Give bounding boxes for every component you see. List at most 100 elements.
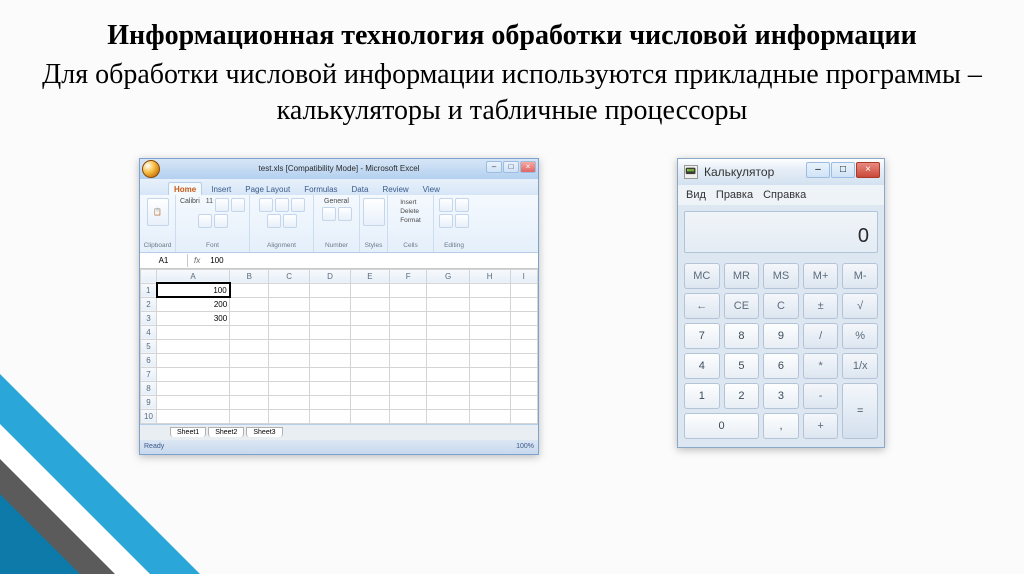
col-header[interactable]: B [230, 269, 269, 283]
key-0[interactable]: 0 [684, 413, 759, 439]
key-5[interactable]: 5 [724, 353, 760, 379]
currency-icon[interactable] [322, 207, 336, 221]
percent-icon[interactable] [338, 207, 352, 221]
key-4[interactable]: 4 [684, 353, 720, 379]
insert-cells-button[interactable]: Insert [400, 198, 421, 207]
delete-cells-button[interactable]: Delete [400, 207, 421, 216]
sheet-tab[interactable]: Sheet2 [208, 427, 244, 437]
office-button-icon[interactable] [142, 160, 160, 178]
calc-menu: Вид Правка Справка [678, 185, 884, 205]
key-sqrt[interactable]: √ [842, 293, 878, 319]
tab-data[interactable]: Data [347, 183, 374, 195]
row-header[interactable]: 2 [141, 297, 157, 311]
font-size-selector[interactable]: 11 [206, 198, 213, 212]
col-header[interactable]: A [157, 269, 230, 283]
font-name-selector[interactable]: Calibri [180, 198, 200, 212]
key-percent[interactable]: % [842, 323, 878, 349]
merge-icon[interactable] [283, 214, 297, 228]
col-header[interactable]: D [310, 269, 351, 283]
close-icon[interactable]: × [856, 162, 880, 178]
row-header[interactable]: 10 [141, 409, 157, 423]
key-6[interactable]: 6 [763, 353, 799, 379]
menu-edit[interactable]: Правка [716, 189, 753, 201]
spreadsheet-grid[interactable]: A B C D E F G H I 1100 2200 3300 4 5 [140, 269, 538, 424]
sort-icon[interactable] [439, 214, 453, 228]
col-header[interactable]: H [469, 269, 510, 283]
row-header[interactable]: 4 [141, 325, 157, 339]
key-3[interactable]: 3 [763, 383, 799, 409]
key-negate[interactable]: ± [803, 293, 839, 319]
col-header[interactable]: G [427, 269, 469, 283]
row-header[interactable]: 1 [141, 283, 157, 297]
tab-home[interactable]: Home [168, 182, 202, 195]
styles-icon[interactable] [363, 198, 385, 226]
align-left-icon[interactable] [259, 198, 273, 212]
key-ms[interactable]: MS [763, 263, 799, 289]
number-format-selector[interactable]: General [324, 198, 349, 205]
row-header[interactable]: 8 [141, 381, 157, 395]
minimize-icon[interactable]: – [806, 162, 830, 178]
italic-icon[interactable] [231, 198, 245, 212]
fx-icon[interactable]: fx [188, 256, 206, 265]
key-multiply[interactable]: * [803, 353, 839, 379]
row-header[interactable]: 6 [141, 353, 157, 367]
maximize-icon[interactable]: □ [831, 162, 855, 178]
col-header[interactable]: F [389, 269, 426, 283]
autosum-icon[interactable] [439, 198, 453, 212]
tab-page-layout[interactable]: Page Layout [240, 183, 295, 195]
paste-icon[interactable]: 📋 [147, 198, 169, 226]
close-icon[interactable]: × [520, 161, 536, 173]
col-header[interactable]: E [350, 269, 389, 283]
key-c[interactable]: C [763, 293, 799, 319]
tab-formulas[interactable]: Formulas [299, 183, 342, 195]
key-9[interactable]: 9 [763, 323, 799, 349]
key-mr[interactable]: MR [724, 263, 760, 289]
key-ce[interactable]: CE [724, 293, 760, 319]
key-reciprocal[interactable]: 1/x [842, 353, 878, 379]
menu-view[interactable]: Вид [686, 189, 706, 201]
find-icon[interactable] [455, 214, 469, 228]
row-header[interactable]: 5 [141, 339, 157, 353]
key-1[interactable]: 1 [684, 383, 720, 409]
col-header[interactable]: I [510, 269, 537, 283]
zoom-level[interactable]: 100% [516, 443, 534, 450]
border-icon[interactable] [214, 214, 228, 228]
name-box[interactable]: A1 [140, 254, 188, 267]
bold-icon[interactable] [215, 198, 229, 212]
align-center-icon[interactable] [275, 198, 289, 212]
cell[interactable]: 300 [157, 311, 230, 325]
minimize-icon[interactable]: – [486, 161, 502, 173]
wrap-text-icon[interactable] [267, 214, 281, 228]
row-header[interactable]: 3 [141, 311, 157, 325]
key-7[interactable]: 7 [684, 323, 720, 349]
tab-review[interactable]: Review [377, 183, 413, 195]
sheet-tab[interactable]: Sheet1 [170, 427, 206, 437]
tab-insert[interactable]: Insert [206, 183, 236, 195]
col-header[interactable]: C [269, 269, 310, 283]
key-divide[interactable]: / [803, 323, 839, 349]
key-mc[interactable]: MC [684, 263, 720, 289]
sheet-tab[interactable]: Sheet3 [246, 427, 282, 437]
key-backspace[interactable]: ← [684, 293, 720, 319]
fill-icon[interactable] [455, 198, 469, 212]
menu-help[interactable]: Справка [763, 189, 806, 201]
key-decimal[interactable]: , [763, 413, 799, 439]
key-8[interactable]: 8 [724, 323, 760, 349]
key-2[interactable]: 2 [724, 383, 760, 409]
cell[interactable]: 100 [157, 283, 230, 297]
align-right-icon[interactable] [291, 198, 305, 212]
key-mminus[interactable]: M- [842, 263, 878, 289]
formula-bar[interactable]: 100 [206, 256, 227, 265]
row-header[interactable]: 9 [141, 395, 157, 409]
maximize-icon[interactable]: □ [503, 161, 519, 173]
underline-icon[interactable] [198, 214, 212, 228]
key-minus[interactable]: - [803, 383, 839, 409]
key-plus[interactable]: + [803, 413, 839, 439]
format-cells-button[interactable]: Format [400, 216, 421, 225]
excel-window-title: test.xls [Compatibility Mode] - Microsof… [259, 164, 420, 173]
cell[interactable]: 200 [157, 297, 230, 311]
row-header[interactable]: 7 [141, 367, 157, 381]
key-equals[interactable]: = [842, 383, 878, 439]
key-mplus[interactable]: M+ [803, 263, 839, 289]
tab-view[interactable]: View [418, 183, 445, 195]
